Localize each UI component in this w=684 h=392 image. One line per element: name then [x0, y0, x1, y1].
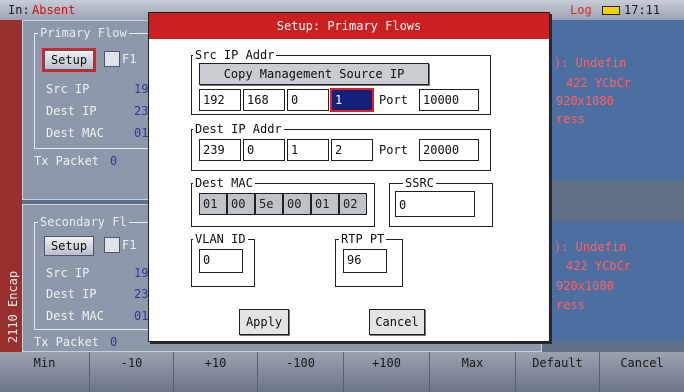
secondary-dest-mac-label: Dest MAC: [46, 309, 104, 323]
fkey-plus-100-button[interactable]: +100: [344, 352, 430, 392]
dest-mac-byte-5: 01: [311, 193, 339, 215]
ssrc-field[interactable]: 0: [395, 191, 475, 217]
fkey-cancel-button[interactable]: Cancel: [600, 352, 684, 392]
vlan-id-legend: VLAN ID: [193, 232, 248, 246]
info-line: ress: [556, 298, 585, 312]
side-tab[interactable]: 2110 Encap: [0, 20, 22, 352]
src-port-label: Port: [379, 93, 408, 107]
fkey-minus-100-button[interactable]: -100: [258, 352, 344, 392]
log-indicator[interactable]: Log: [570, 3, 592, 17]
rtp-pt-legend: RTP PT: [339, 232, 387, 246]
secondary-dest-ip-label: Dest IP: [46, 287, 97, 301]
src-ip-legend: Src IP Addr: [193, 48, 277, 62]
vlan-id-field[interactable]: 0: [199, 249, 243, 273]
secondary-dest-ip-value: 23: [134, 287, 149, 301]
secondary-src-ip-value: 19: [134, 266, 149, 280]
primary-dest-ip-value: 23: [134, 104, 149, 118]
function-key-bar: Min -10 +10 -100 +100 Max Default Cancel: [0, 352, 684, 392]
dest-port-field[interactable]: 20000: [419, 139, 479, 161]
secondary-src-ip-label: Src IP: [46, 266, 90, 280]
copy-management-source-ip-button[interactable]: Copy Management Source IP: [199, 63, 429, 85]
dest-mac-legend: Dest MAC: [193, 176, 255, 190]
info-line: 422 YCbCr: [566, 76, 632, 90]
ssrc-legend: SSRC: [403, 176, 436, 190]
input-status-value: Absent: [32, 3, 76, 17]
primary-dest-mac-value: 01: [134, 126, 149, 140]
secondary-flow-checkbox[interactable]: [104, 237, 120, 253]
secondary-flow-title: Secondary Fl: [38, 215, 129, 229]
src-ip-octet-1[interactable]: 192: [199, 89, 241, 111]
dest-ip-legend: Dest IP Addr: [193, 122, 284, 136]
apply-button[interactable]: Apply: [239, 309, 289, 335]
info-line: ress: [556, 112, 585, 126]
src-ip-octet-2[interactable]: 168: [243, 89, 285, 111]
primary-dest-ip-label: Dest IP: [46, 104, 97, 118]
src-ip-octet-3[interactable]: 0: [287, 89, 329, 111]
dest-mac-byte-3: 5e: [255, 193, 283, 215]
setup-primary-flows-dialog: Setup: Primary Flows Src IP Addr Copy Ma…: [148, 12, 550, 342]
dest-ip-octet-4[interactable]: 2: [331, 139, 373, 161]
primary-flow-checkbox[interactable]: [104, 51, 120, 67]
fkey-plus-10-button[interactable]: +10: [174, 352, 258, 392]
dest-port-label: Port: [379, 143, 408, 157]
primary-src-ip-label: Src IP: [46, 82, 90, 96]
dest-ip-octet-2[interactable]: 0: [243, 139, 285, 161]
secondary-checkbox-label: F1: [122, 238, 137, 252]
side-tab-label: 2110 Encap: [6, 270, 20, 344]
dest-ip-octet-3[interactable]: 1: [287, 139, 329, 161]
secondary-tx-packet-value: 0: [110, 335, 118, 349]
input-label: In:: [8, 3, 30, 17]
src-ip-octet-4[interactable]: 1: [330, 88, 374, 112]
fkey-minus-10-button[interactable]: -10: [90, 352, 174, 392]
info-line: 920x1080: [556, 94, 614, 108]
info-line: 920x1080: [556, 279, 614, 293]
primary-dest-mac-label: Dest MAC: [46, 126, 104, 140]
secondary-tx-packet-label: Tx Packet: [34, 335, 100, 349]
src-port-field[interactable]: 10000: [419, 89, 479, 111]
dest-mac-byte-1: 01: [199, 193, 227, 215]
primary-tx-packet-value: 0: [110, 154, 118, 168]
cancel-button[interactable]: Cancel: [369, 309, 425, 335]
info-line: ): Undefin: [554, 240, 627, 254]
dialog-title: Setup: Primary Flows: [149, 13, 549, 39]
dest-mac-byte-6: 02: [339, 193, 367, 215]
info-line: ): Undefin: [554, 56, 627, 70]
dest-mac-byte-4: 00: [283, 193, 311, 215]
dest-mac-byte-2: 00: [227, 193, 255, 215]
battery-icon: [602, 6, 620, 15]
primary-src-ip-value: 19: [134, 82, 149, 96]
secondary-setup-button[interactable]: Setup: [44, 236, 94, 256]
info-line: 422 YCbCr: [566, 259, 632, 273]
fkey-default-button[interactable]: Default: [516, 352, 600, 392]
secondary-dest-mac-value: 01: [134, 309, 149, 323]
primary-checkbox-label: F1: [122, 52, 137, 66]
primary-tx-packet-label: Tx Packet: [34, 154, 100, 168]
rtp-pt-field[interactable]: 96: [343, 249, 387, 273]
clock-time: 17:11: [624, 3, 661, 17]
fkey-max-button[interactable]: Max: [430, 352, 516, 392]
primary-setup-button[interactable]: Setup: [42, 48, 96, 72]
dest-ip-octet-1[interactable]: 239: [199, 139, 241, 161]
primary-flow-title: Primary Flow: [38, 26, 129, 40]
fkey-min-button[interactable]: Min: [0, 352, 90, 392]
